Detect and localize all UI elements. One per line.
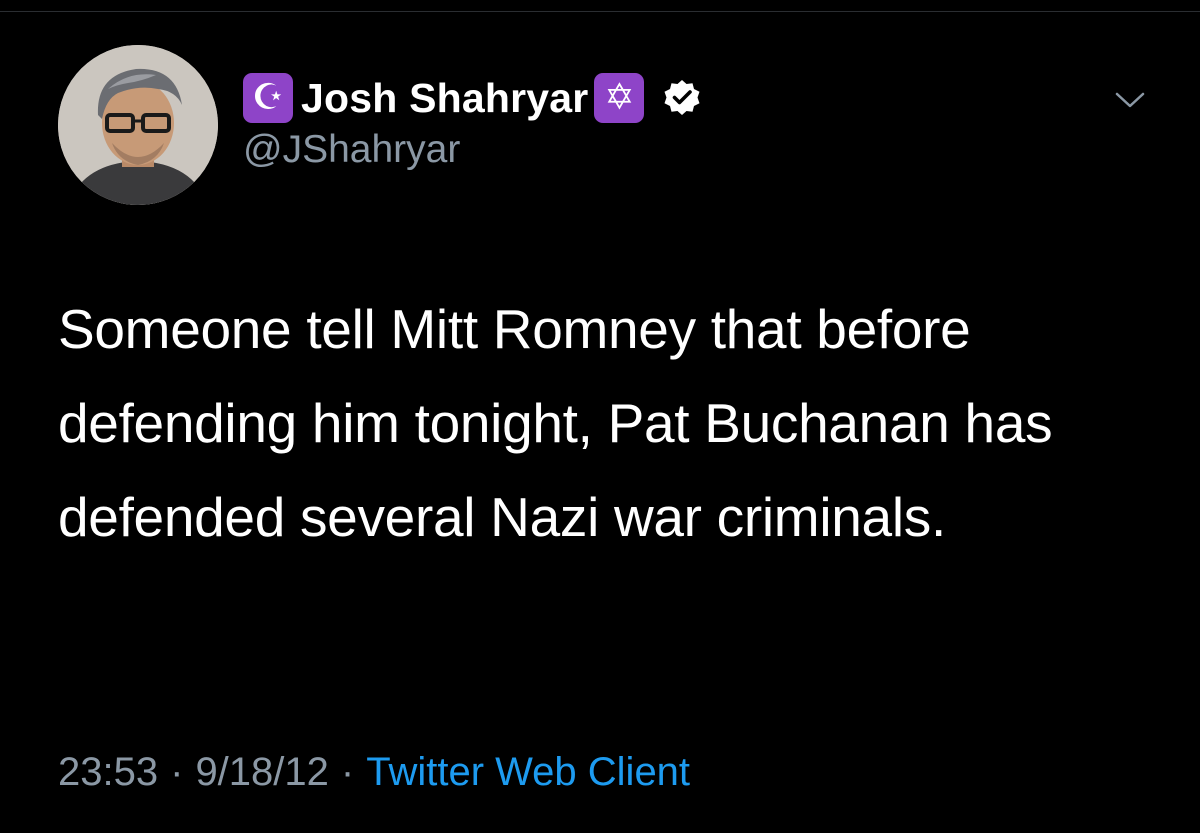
avatar-photo [58,45,218,205]
chevron-down-icon[interactable] [1112,86,1148,114]
meta-separator: · [340,750,355,794]
star-and-crescent-icon: ☪ [243,73,293,123]
tweet-date[interactable]: 9/18/12 [195,750,328,794]
author-handle[interactable]: @JShahryar [243,128,460,172]
tweet-card: ☪ Josh Shahryar ✡ @JShahryar Someone tel… [0,0,1200,833]
source-client-link[interactable]: Twitter Web Client [366,750,690,794]
author-display-name[interactable]: Josh Shahryar [301,75,588,122]
star-of-david-icon: ✡ [594,73,645,123]
author-name-row[interactable]: ☪ Josh Shahryar ✡ [243,72,702,124]
avatar[interactable] [58,45,218,205]
tweet-metadata: 23:53 · 9/18/12 · Twitter Web Client [58,750,690,795]
tweet-time[interactable]: 23:53 [58,750,158,794]
verified-badge-icon [664,80,700,115]
tweet-text: Someone tell Mitt Romney that before def… [58,298,1053,548]
meta-separator: · [170,750,184,794]
